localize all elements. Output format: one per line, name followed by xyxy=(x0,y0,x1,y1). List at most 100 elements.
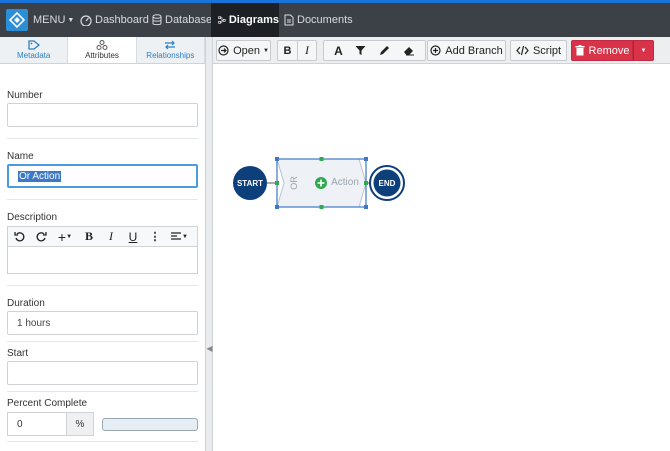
tab-attributes-label: Attributes xyxy=(85,51,119,60)
insert-glyph: + xyxy=(57,228,67,245)
top-nav: MENU ▼ Dashboard Database Diagrams Docum… xyxy=(0,0,670,37)
resize-handle[interactable] xyxy=(275,205,279,209)
redo-icon[interactable] xyxy=(30,227,52,246)
or-gate-label: OR xyxy=(289,176,299,190)
end-node[interactable]: END xyxy=(369,165,405,201)
arrow-circle-right-icon xyxy=(218,45,229,56)
database-icon xyxy=(152,14,162,26)
tab-metadata[interactable]: Metadata xyxy=(0,37,69,63)
document-icon xyxy=(284,14,294,26)
menu-button[interactable]: MENU ▼ xyxy=(33,3,74,37)
divider xyxy=(7,199,198,200)
nav-documents-label: Documents xyxy=(297,14,353,26)
script-button[interactable]: Script xyxy=(510,40,567,61)
end-node-label: END xyxy=(379,179,396,188)
resize-handle[interactable] xyxy=(364,205,368,209)
divider xyxy=(7,138,198,139)
dashboard-icon xyxy=(80,15,92,26)
add-branch-icon[interactable] xyxy=(315,177,327,189)
nav-diagrams-label: Diagrams xyxy=(228,14,279,26)
number-label: Number xyxy=(7,90,43,101)
name-label: Name xyxy=(7,151,34,162)
start-node[interactable]: START xyxy=(233,166,267,200)
resize-handle[interactable] xyxy=(319,205,324,209)
percent-complete-input[interactable]: 0 xyxy=(7,412,67,436)
remove-dropdown-button[interactable]: ▼ xyxy=(633,40,654,61)
resize-handle[interactable] xyxy=(275,181,279,185)
trash-icon xyxy=(575,45,585,56)
start-label: Start xyxy=(7,348,29,359)
name-input-value: Or Action xyxy=(18,170,62,182)
description-toolbar: + ▼ B I U ⋮ ▼ xyxy=(7,226,198,247)
divider xyxy=(7,391,198,392)
add-branch-label: Add Branch xyxy=(445,44,503,57)
open-button[interactable]: Open ▼ xyxy=(216,40,271,61)
diagram-svg: START OR Action END xyxy=(233,157,405,209)
duration-input[interactable]: 1 hours xyxy=(7,311,198,335)
diagram-icon xyxy=(218,16,226,24)
align-icon[interactable]: ▼ xyxy=(166,227,192,246)
resize-handle[interactable] xyxy=(364,157,368,161)
swap-icon xyxy=(165,40,176,50)
insert-icon[interactable]: + ▼ xyxy=(52,227,78,246)
filter-icon[interactable] xyxy=(351,45,375,56)
diagram-canvas[interactable]: START OR Action END xyxy=(213,64,670,451)
bold-icon[interactable]: B xyxy=(78,227,100,246)
tab-attributes[interactable]: Attributes xyxy=(68,37,137,63)
nav-documents[interactable]: Documents xyxy=(284,3,353,37)
menu-label: MENU xyxy=(33,14,66,26)
diagram-toolbar: Open ▼ B I A Add Branch Script Remove ▼ xyxy=(213,37,670,64)
caret-down-icon: ▼ xyxy=(262,47,269,54)
bold-button[interactable]: B xyxy=(277,40,297,61)
divider xyxy=(7,341,198,342)
start-node-label: START xyxy=(237,179,263,188)
duration-label: Duration xyxy=(7,298,45,309)
resize-handle[interactable] xyxy=(319,157,324,161)
script-label: Script xyxy=(532,44,562,57)
or-action-node[interactable]: OR Action xyxy=(275,157,368,209)
plus-circle-icon xyxy=(430,45,441,56)
undo-icon[interactable] xyxy=(8,227,30,246)
eraser-icon[interactable] xyxy=(399,45,423,56)
start-input[interactable] xyxy=(7,361,198,385)
percent-progress-bar xyxy=(102,418,198,431)
action-label: Action xyxy=(331,177,359,188)
remove-button[interactable]: Remove xyxy=(571,40,633,61)
number-input[interactable] xyxy=(7,103,198,127)
add-branch-button[interactable]: Add Branch xyxy=(427,40,506,61)
panel-splitter[interactable]: ◀ xyxy=(206,37,213,451)
tab-relationships[interactable]: Relationships xyxy=(136,37,205,63)
tab-metadata-label: Metadata xyxy=(16,51,51,60)
description-label: Description xyxy=(7,212,58,223)
code-icon xyxy=(516,45,529,56)
divider xyxy=(7,441,198,442)
tag-icon xyxy=(28,40,40,50)
resize-handle[interactable] xyxy=(275,157,279,161)
nav-database[interactable]: Database xyxy=(152,3,212,37)
nav-dashboard[interactable]: Dashboard xyxy=(80,3,149,37)
caret-down-icon: ▼ xyxy=(67,16,75,24)
format-button-group: A xyxy=(323,40,426,61)
percent-unit: % xyxy=(66,412,94,436)
pencil-icon[interactable] xyxy=(375,45,399,56)
caret-down-icon: ▼ xyxy=(640,47,647,54)
font-color-icon[interactable]: A xyxy=(327,44,351,58)
tab-relationships-label: Relationships xyxy=(146,51,195,60)
underline-icon[interactable]: U xyxy=(122,227,144,246)
collapse-arrow-icon[interactable]: ◀ xyxy=(206,337,213,359)
italic-icon[interactable]: I xyxy=(100,227,122,246)
description-editor[interactable] xyxy=(7,247,198,274)
percent-complete-label: Percent Complete xyxy=(7,398,88,409)
name-input[interactable]: Or Action xyxy=(7,164,198,188)
resize-handle[interactable] xyxy=(364,181,368,185)
app-logo[interactable] xyxy=(6,9,28,31)
divider xyxy=(7,285,198,286)
open-label: Open xyxy=(233,44,260,57)
nav-diagrams[interactable]: Diagrams xyxy=(211,3,279,37)
nav-dashboard-label: Dashboard xyxy=(95,14,149,26)
panel-tabs: Metadata Attributes Relationships xyxy=(0,37,205,64)
more-icon[interactable]: ⋮ xyxy=(144,227,166,246)
remove-label: Remove xyxy=(588,44,630,57)
attributes-icon xyxy=(96,40,108,50)
italic-button[interactable]: I xyxy=(297,40,317,61)
